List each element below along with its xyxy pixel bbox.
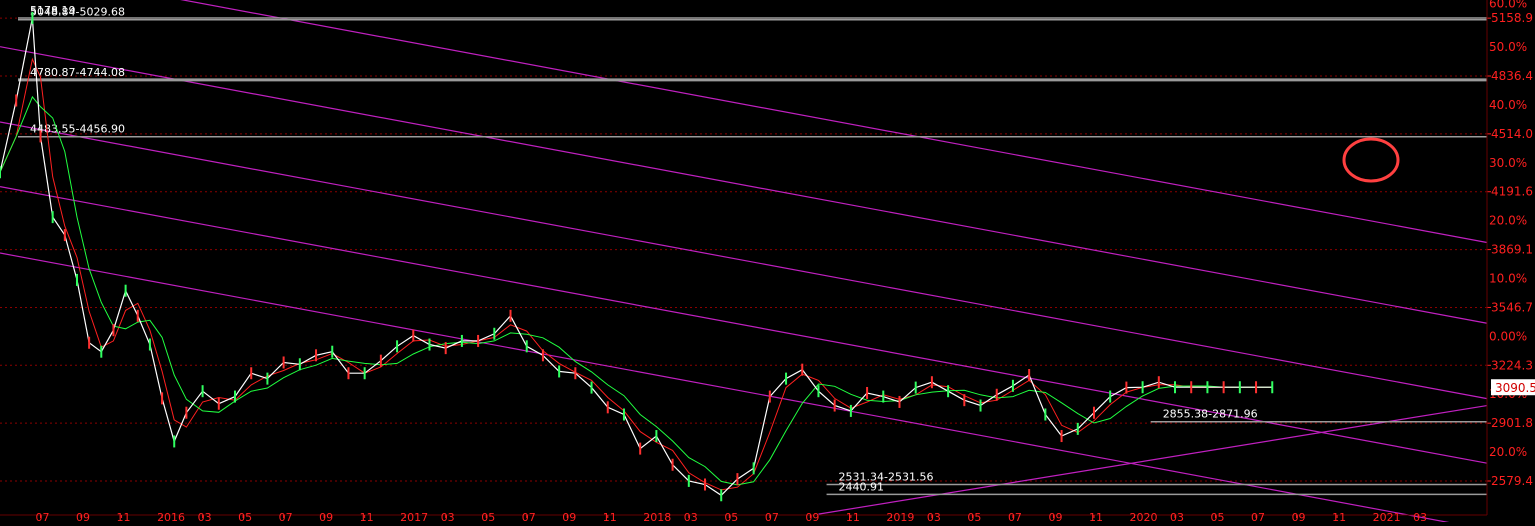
x-tick-label: 03 bbox=[927, 511, 941, 522]
x-tick-label: 05 bbox=[724, 511, 738, 522]
pct-tick-label: 30.0% bbox=[1489, 156, 1527, 170]
y-tick-label: 3224.3 bbox=[1491, 358, 1533, 372]
price-level-label: 2440.91 bbox=[839, 480, 885, 493]
pct-tick-label: 20.0% bbox=[1489, 214, 1527, 228]
x-tick-label: 11 bbox=[360, 511, 374, 522]
pct-tick-label: 0.00% bbox=[1489, 329, 1527, 343]
y-tick-label: 3546.7 bbox=[1491, 300, 1533, 314]
y-tick-label: 4191.6 bbox=[1491, 185, 1533, 199]
x-tick-label: 2019 bbox=[886, 511, 914, 522]
chart-background bbox=[0, 0, 1535, 522]
x-tick-label: 05 bbox=[481, 511, 495, 522]
y-tick-label: 2901.8 bbox=[1491, 416, 1533, 430]
x-tick-label: 07 bbox=[522, 511, 536, 522]
y-tick-label: 3869.1 bbox=[1491, 243, 1533, 257]
x-tick-label: 11 bbox=[846, 511, 860, 522]
x-tick-label: 09 bbox=[1292, 511, 1306, 522]
x-tick-label: 07 bbox=[765, 511, 779, 522]
x-tick-label: 07 bbox=[1251, 511, 1265, 522]
x-tick-label: 07 bbox=[36, 511, 50, 522]
x-tick-label: 09 bbox=[562, 511, 576, 522]
current-price-label: 3090.5 bbox=[1495, 381, 1535, 395]
price-level-label: 4483.55-4456.90 bbox=[30, 123, 125, 136]
x-tick-label: 11 bbox=[603, 511, 617, 522]
x-tick-label: 07 bbox=[279, 511, 293, 522]
y-tick-label: 4514.0 bbox=[1491, 127, 1533, 141]
x-tick-label: 03 bbox=[441, 511, 455, 522]
y-tick-label: 4836.4 bbox=[1491, 69, 1533, 83]
x-tick-label: 2016 bbox=[157, 511, 185, 522]
x-tick-label: 05 bbox=[238, 511, 252, 522]
x-tick-label: 09 bbox=[1048, 511, 1062, 522]
y-tick-label: 5158.9 bbox=[1491, 11, 1533, 25]
x-tick-label: 2017 bbox=[400, 511, 428, 522]
x-tick-label: 05 bbox=[967, 511, 981, 522]
pct-tick-label: 60.0% bbox=[1489, 0, 1527, 11]
price-level-label: 2855.38-2871.96 bbox=[1163, 408, 1258, 421]
x-tick-label: 03 bbox=[1170, 511, 1184, 522]
x-tick-label: 05 bbox=[1211, 511, 1225, 522]
x-tick-label: 2021 bbox=[1373, 511, 1401, 522]
x-tick-label: 11 bbox=[1332, 511, 1346, 522]
price-level-label: 4780.87-4744.08 bbox=[30, 66, 125, 79]
x-tick-label: 03 bbox=[198, 511, 212, 522]
x-tick-label: 09 bbox=[805, 511, 819, 522]
x-tick-label: 11 bbox=[117, 511, 131, 522]
x-tick-label: 07 bbox=[1008, 511, 1022, 522]
x-tick-label: 09 bbox=[319, 511, 333, 522]
pct-tick-label: 20.0% bbox=[1489, 445, 1527, 459]
pct-tick-label: 10.0% bbox=[1489, 271, 1527, 285]
pct-tick-label: 40.0% bbox=[1489, 98, 1527, 112]
price-level-label: 5048.84-5029.68 bbox=[30, 6, 125, 19]
x-tick-label: 09 bbox=[76, 511, 90, 522]
stock-chart[interactable]: 5178.19 5048.84-5029.68 4780.87-4744.08 448… bbox=[0, 0, 1535, 526]
x-tick-label: 2020 bbox=[1129, 511, 1157, 522]
x-tick-label: 03 bbox=[684, 511, 698, 522]
pct-tick-label: 50.0% bbox=[1489, 40, 1527, 54]
chart-svg[interactable]: 5178.195048.84-5029.684780.87-4744.08448… bbox=[0, 0, 1535, 526]
y-tick-label: 2579.4 bbox=[1491, 474, 1533, 488]
x-tick-label: 11 bbox=[1089, 511, 1103, 522]
x-tick-label: 03 bbox=[1413, 511, 1427, 522]
x-tick-label: 2018 bbox=[643, 511, 671, 522]
